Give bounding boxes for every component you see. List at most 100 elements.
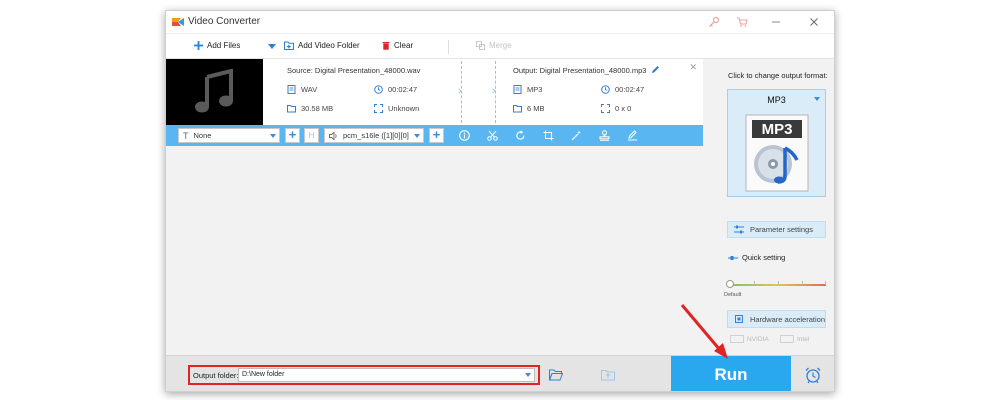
scissors-icon[interactable] (486, 129, 499, 142)
source-resolution: Unknown (374, 104, 419, 113)
add-subtitle-button[interactable]: + (285, 128, 300, 143)
add-files-dropdown[interactable] (268, 44, 276, 49)
parameter-settings-button[interactable]: Parameter settings (727, 221, 826, 238)
quick-setting-icon (728, 255, 738, 260)
intel-option[interactable]: Intel (780, 335, 809, 343)
info-icon[interactable] (458, 129, 471, 142)
output-folder-input[interactable]: D:\New folder (238, 368, 535, 382)
close-window-icon[interactable] (806, 14, 822, 30)
browse-folder-icon[interactable] (549, 369, 563, 381)
sliders-icon (734, 225, 744, 234)
source-duration-value: 00:02:47 (388, 85, 418, 94)
arrow-right-icon: › (492, 85, 496, 97)
edit-toolbar: T None + H pcm_s16le ([1][0][0] + (166, 125, 703, 146)
add-files-label: Add Files (207, 41, 241, 50)
minimize-icon[interactable] (768, 14, 784, 30)
output-resolution-value: 0 x 0 (615, 104, 632, 113)
run-label: Run (714, 365, 748, 384)
edit-subtitle-icon[interactable] (626, 129, 639, 142)
effects-wand-icon[interactable] (570, 129, 583, 142)
output-duration: 00:02:47 (601, 85, 644, 94)
audio-thumbnail (166, 59, 263, 125)
source-duration: 00:02:47 (374, 85, 417, 94)
merge-button[interactable]: Merge (476, 41, 512, 50)
music-note-icon (194, 69, 233, 113)
slider-handle[interactable] (726, 280, 734, 288)
crop-icon[interactable] (542, 129, 555, 142)
hardware-acceleration-button[interactable]: Hardware acceleration (727, 310, 826, 328)
format-icon-text: MP3 (762, 121, 793, 138)
trash-icon (382, 42, 390, 50)
pointer-arrow-annotation (680, 304, 728, 359)
format-name: MP3 (767, 95, 786, 105)
subtitle-value: None (193, 131, 212, 140)
file-item[interactable]: Source: Digital Presentation_48000.wav W… (166, 59, 703, 125)
slider-tick (778, 281, 779, 285)
merge-icon (476, 41, 485, 50)
file-format-icon (513, 85, 522, 94)
chevron-down-icon (270, 134, 276, 138)
text-icon: T (183, 130, 189, 141)
rotate-icon[interactable] (514, 129, 527, 142)
toolbar-divider (448, 40, 449, 54)
merge-label: Merge (489, 41, 512, 50)
resolution-icon (374, 104, 383, 113)
change-format-label: Click to change output format: (728, 71, 828, 80)
add-files-button[interactable]: Add Files (194, 41, 240, 50)
intel-label: Intel (797, 335, 810, 343)
clock-icon (601, 85, 610, 94)
output-size-value: 6 MB (527, 104, 545, 113)
app-logo-icon (172, 18, 184, 26)
add-video-folder-label: Add Video Folder (298, 41, 360, 50)
chevron-down-icon (525, 373, 531, 377)
source-title: Source: Digital Presentation_48000.wav (287, 66, 421, 75)
subtitle-style-button[interactable]: H (304, 128, 319, 143)
chevron-down-icon (268, 44, 276, 49)
mp3-format-icon: MP3 (745, 114, 809, 192)
cart-icon[interactable] (734, 14, 750, 30)
title-bar: Video Converter (166, 11, 834, 33)
output-folder-value: D:\New folder (242, 371, 285, 378)
folder-icon (287, 105, 296, 113)
plus-icon (194, 41, 203, 50)
clear-button[interactable]: Clear (382, 41, 413, 50)
source-size: 30.58 MB (287, 104, 333, 113)
quality-slider[interactable] (726, 280, 826, 288)
parameter-settings-label: Parameter settings (750, 225, 813, 234)
main-toolbar: Add Files Add Video Folder Clear Merge (166, 33, 834, 59)
resolution-icon (601, 104, 610, 113)
quick-setting: Quick setting (728, 253, 785, 262)
output-format-selector[interactable]: MP3 MP3 (727, 89, 826, 197)
key-icon[interactable] (706, 14, 722, 30)
output-format-value: MP3 (527, 85, 543, 94)
slider-tick (802, 281, 803, 285)
slider-tick (754, 281, 755, 285)
clock-icon (374, 85, 383, 94)
arrow-right-icon: › (458, 85, 462, 97)
chevron-down-icon (414, 134, 420, 138)
add-video-folder-button[interactable]: Add Video Folder (284, 41, 360, 50)
file-format-icon (287, 85, 296, 94)
alarm-clock-icon[interactable] (804, 366, 822, 384)
hardware-acceleration-label: Hardware acceleration (749, 314, 825, 324)
add-audio-button[interactable]: + (429, 128, 444, 143)
output-size: 6 MB (513, 104, 545, 113)
source-format-value: WAV (301, 85, 318, 94)
output-resolution: 0 x 0 (601, 104, 631, 113)
open-folder-icon[interactable] (601, 369, 615, 381)
subtitle-select[interactable]: T None (178, 128, 280, 143)
output-title: Output: Digital Presentation_48000.mp3 (513, 66, 647, 75)
window-title: Video Converter (188, 16, 261, 27)
chevron-down-icon (814, 97, 820, 101)
clear-label: Clear (394, 41, 414, 50)
source-resolution-value: Unknown (388, 104, 420, 113)
checkbox-icon (780, 335, 794, 343)
watermark-stamp-icon[interactable] (598, 129, 611, 142)
edit-pencil-icon[interactable] (651, 65, 660, 74)
folder-icon (513, 105, 522, 113)
audio-track-value: pcm_s16le ([1][0][0] (343, 131, 409, 140)
output-folder-label: Output folder: (193, 371, 239, 380)
remove-file-icon[interactable]: ✕ (689, 62, 697, 73)
audio-track-select[interactable]: pcm_s16le ([1][0][0] (324, 128, 424, 143)
speaker-icon (329, 131, 337, 140)
